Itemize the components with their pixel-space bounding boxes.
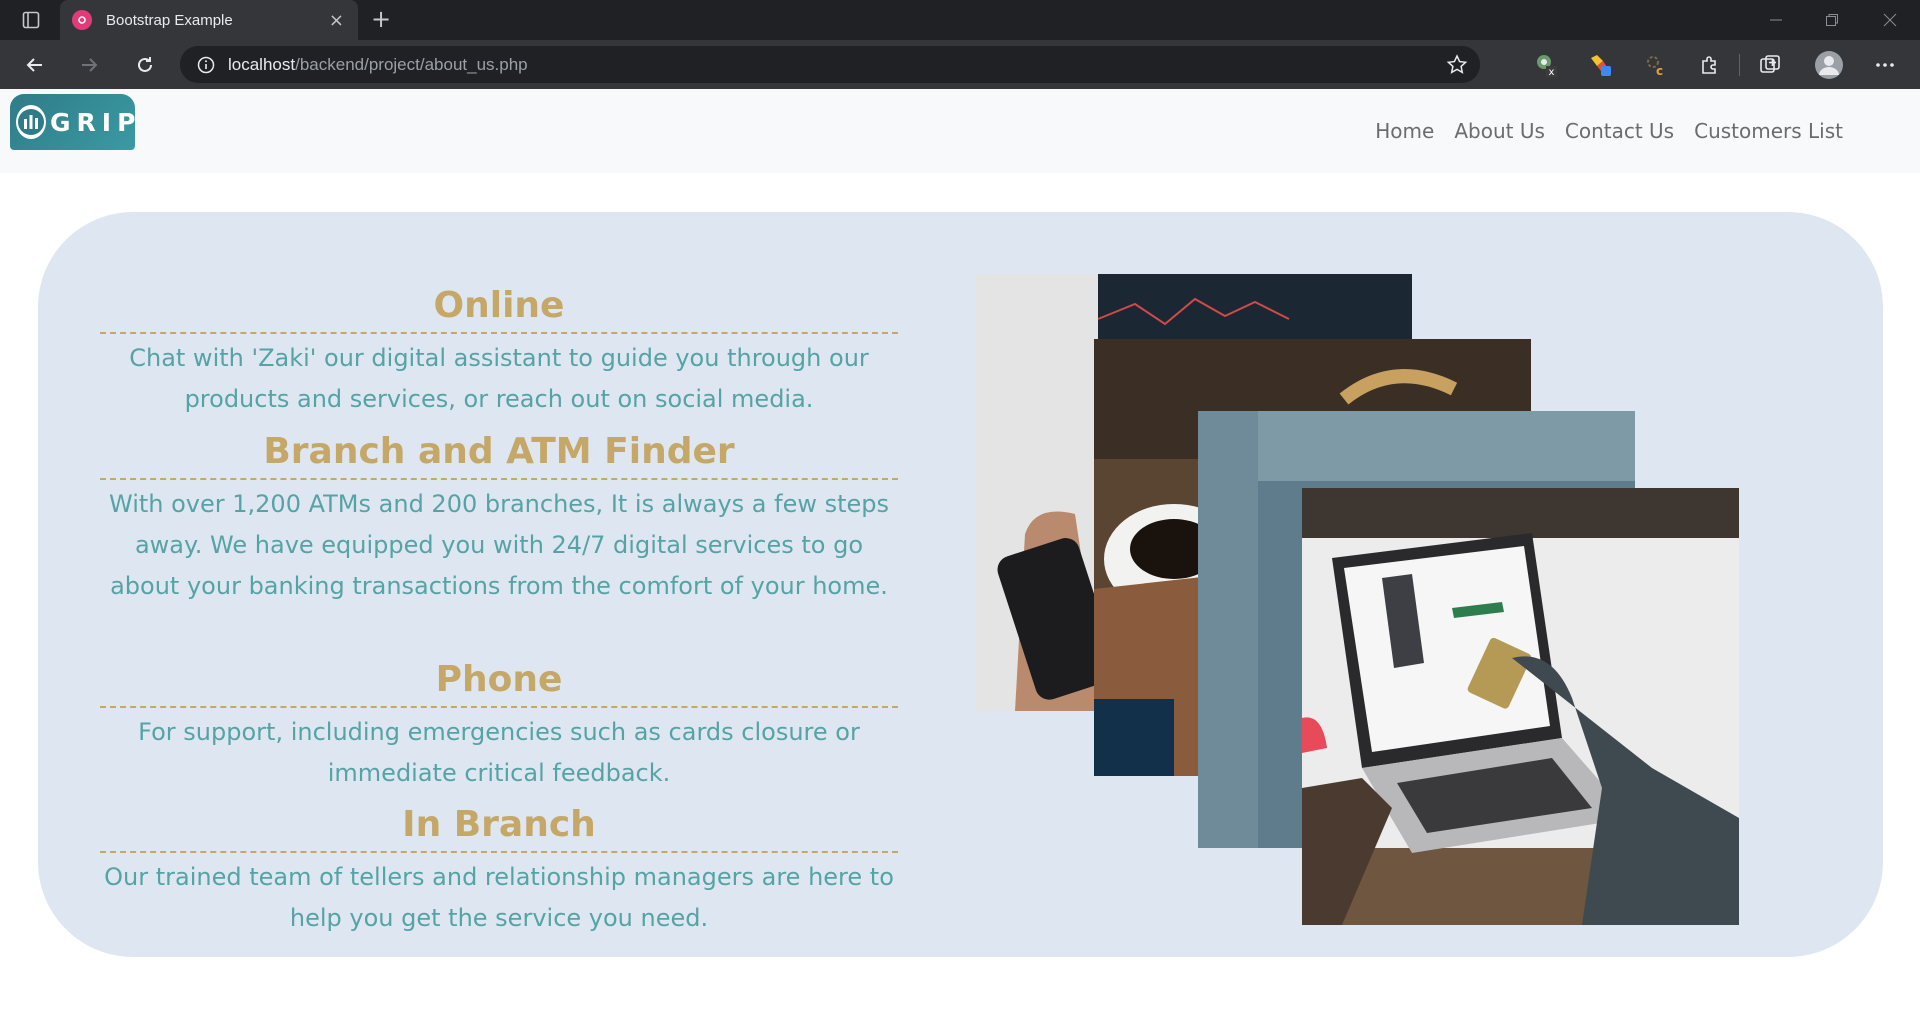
nav-home[interactable]: Home — [1375, 119, 1434, 143]
section-online: Online Chat with 'Zaki' our digital assi… — [100, 282, 898, 420]
new-tab-button[interactable]: + — [366, 4, 396, 34]
section-in-branch: In Branch Our trained team of tellers an… — [100, 801, 898, 939]
browser-tab[interactable]: Bootstrap Example × — [60, 0, 358, 40]
extension-palette-icon[interactable] — [1585, 50, 1615, 80]
tab-actions-icon[interactable] — [14, 8, 48, 32]
section-title: In Branch — [100, 801, 898, 853]
toolbar-separator — [1739, 54, 1740, 76]
logo-bars-icon — [16, 105, 46, 139]
svg-text:c: c — [1656, 64, 1663, 78]
section-branch-atm: Branch and ATM Finder With over 1,200 AT… — [100, 428, 898, 607]
site-navbar: GRIP Home About Us Contact Us Customers … — [0, 89, 1920, 173]
section-title: Phone — [100, 656, 898, 708]
bootstrap-favicon-icon — [72, 10, 92, 30]
browser-tab-bar: Bootstrap Example × + — [0, 0, 1920, 40]
restore-icon[interactable] — [1812, 8, 1852, 32]
reload-icon[interactable] — [128, 48, 162, 82]
grip-logo[interactable]: GRIP — [10, 94, 135, 150]
tab-close-icon[interactable]: × — [329, 10, 344, 31]
profile-avatar-icon[interactable] — [1812, 48, 1846, 82]
extension-x-icon[interactable]: x — [1531, 50, 1561, 80]
nav-customers-list[interactable]: Customers List — [1694, 119, 1843, 143]
section-title: Online — [100, 282, 898, 334]
nav-about-us[interactable]: About Us — [1454, 119, 1545, 143]
photo-laptop-shopping — [1302, 488, 1739, 925]
more-options-icon[interactable] — [1870, 50, 1900, 80]
extensions-puzzle-icon[interactable] — [1695, 50, 1725, 80]
logo-text: GRIP — [50, 107, 142, 137]
url-path: /backend/project/about_us.php — [295, 54, 528, 74]
nav-contact-us[interactable]: Contact Us — [1565, 119, 1674, 143]
section-body: With over 1,200 ATMs and 200 branches, I… — [108, 490, 890, 600]
section-title: Branch and ATM Finder — [100, 428, 898, 480]
address-bar[interactable]: localhost/backend/project/about_us.php — [180, 46, 1480, 83]
nav-links: Home About Us Contact Us Customers List — [1375, 119, 1843, 143]
url-host: localhost — [228, 54, 296, 74]
site-info-icon[interactable] — [196, 55, 216, 75]
close-window-icon[interactable] — [1870, 8, 1910, 32]
section-phone: Phone For support, including emergencies… — [100, 656, 898, 794]
tab-title: Bootstrap Example — [106, 11, 233, 29]
section-body: For support, including emergencies such … — [138, 718, 860, 787]
section-body: Chat with 'Zaki' our digital assistant t… — [129, 344, 869, 413]
collections-icon[interactable] — [1755, 50, 1785, 80]
extension-c-icon[interactable]: c — [1641, 50, 1671, 80]
url-text: localhost/backend/project/about_us.php — [228, 55, 528, 75]
svg-text:x: x — [1549, 67, 1555, 78]
section-body: Our trained team of tellers and relation… — [104, 863, 894, 932]
back-icon[interactable] — [18, 48, 52, 82]
bookmark-star-icon[interactable] — [1444, 52, 1470, 78]
forward-icon[interactable] — [72, 48, 106, 82]
minimize-icon[interactable] — [1756, 8, 1796, 32]
browser-toolbar: localhost/backend/project/about_us.php x… — [0, 40, 1920, 89]
